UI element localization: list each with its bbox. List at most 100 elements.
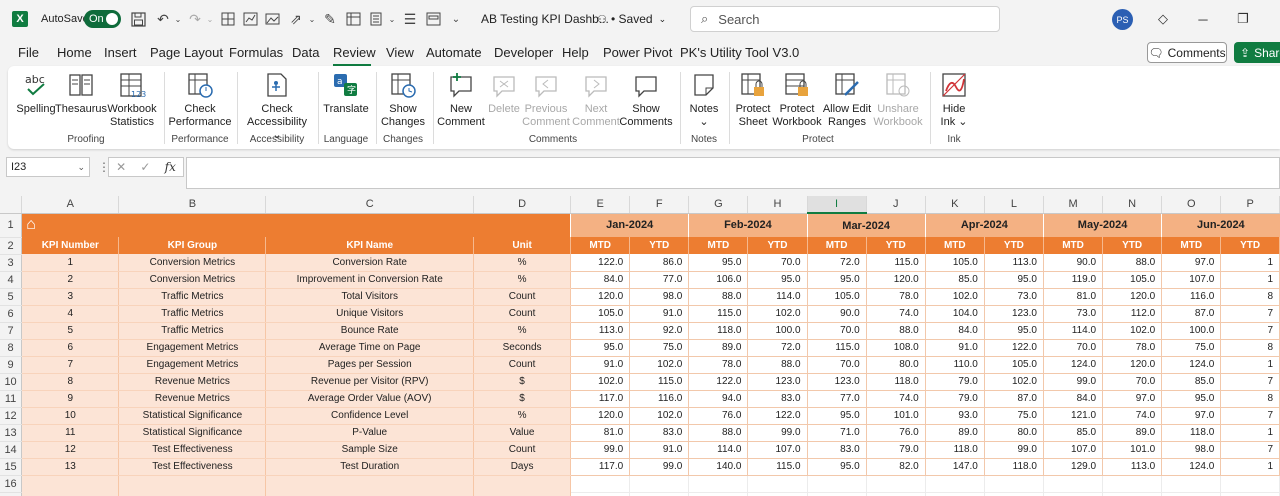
kpi-name-cell[interactable]: Total Visitors [265,288,475,306]
translate-button[interactable]: a字 Translate [322,70,370,116]
kpi-name-cell[interactable]: Pages per Session [265,356,475,374]
value-cell[interactable]: 70.0 [807,356,867,374]
tab-formulas[interactable]: Formulas [229,45,283,60]
column-header[interactable]: I [807,196,867,214]
delete-comment-button[interactable]: Delete [486,70,522,116]
value-cell[interactable]: 95.0 [984,322,1044,340]
kpi-group-cell[interactable]: Conversion Metrics [118,254,267,272]
row-header[interactable]: 11 [0,390,23,408]
kpi-group-cell[interactable]: Test Effectiveness [118,441,267,459]
check-icon[interactable]: ✓ [140,160,150,174]
share-arrow-icon[interactable]: ⇗ [288,11,304,27]
tab-pk-utility[interactable]: PK's Utility Tool V3.0 [680,45,799,60]
value-cell[interactable]: 7 [1220,322,1280,340]
value-cell[interactable]: 115.0 [629,373,690,391]
unit-cell[interactable]: Seconds [473,339,572,357]
allow-edit-ranges-button[interactable]: Allow Edit Ranges [822,70,872,129]
column-title[interactable]: Unit [473,237,572,254]
value-cell[interactable]: 122.0 [984,339,1044,357]
check-performance-button[interactable]: Check Performance [168,70,232,129]
empty-cell[interactable] [688,475,749,493]
row-header[interactable]: 10 [0,373,23,391]
column-header[interactable]: C [265,196,475,214]
value-cell[interactable]: 93.0 [925,407,985,425]
unit-cell[interactable]: Count [473,288,572,306]
ytd-header[interactable]: YTD [1102,237,1163,254]
value-cell[interactable]: 72.0 [807,254,867,272]
value-cell[interactable]: 79.0 [925,373,985,391]
unit-cell[interactable]: Days [473,458,572,476]
value-cell[interactable]: 90.0 [1043,254,1104,272]
save-status[interactable]: • Saved ⌄ [611,0,666,38]
value-cell[interactable]: 84.0 [570,271,631,289]
show-comments-button[interactable]: Show Comments [619,70,673,129]
value-cell[interactable]: 95.0 [747,271,808,289]
value-cell[interactable]: 71.0 [807,424,867,442]
kpi-name-cell[interactable]: Conversion Rate [265,254,475,272]
value-cell[interactable]: 104.0 [925,305,985,323]
value-cell[interactable]: 107.0 [747,441,808,459]
value-cell[interactable]: 82.0 [866,458,926,476]
kpi-name-cell[interactable]: Average Order Value (AOV) [265,390,475,408]
tab-insert[interactable]: Insert [104,45,137,60]
value-cell[interactable]: 120.0 [1102,288,1163,306]
value-cell[interactable]: 76.0 [866,424,926,442]
kpi-number-cell[interactable]: 1 [21,254,120,272]
tab-file[interactable]: File [18,45,39,60]
value-cell[interactable]: 97.0 [1161,407,1222,425]
value-cell[interactable]: 95.0 [807,407,867,425]
row-header[interactable]: 3 [0,254,23,272]
empty-cell[interactable] [265,492,475,496]
value-cell[interactable]: 95.0 [984,271,1044,289]
value-cell[interactable]: 116.0 [629,390,690,408]
value-cell[interactable]: 78.0 [866,288,926,306]
kpi-name-cell[interactable]: Unique Visitors [265,305,475,323]
value-cell[interactable]: 95.0 [807,458,867,476]
column-header[interactable]: P [1220,196,1280,214]
empty-cell[interactable] [925,492,985,496]
column-header[interactable]: F [629,196,690,214]
value-cell[interactable]: 97.0 [1102,390,1163,408]
row-header[interactable]: 15 [0,458,23,476]
value-cell[interactable]: 88.0 [688,288,749,306]
kpi-name-cell[interactable]: Improvement in Conversion Rate [265,271,475,289]
value-cell[interactable]: 110.0 [925,356,985,374]
restore-icon[interactable]: ❐ [1234,10,1252,28]
header-cell[interactable] [118,213,266,237]
value-cell[interactable]: 114.0 [688,441,749,459]
workbook-statistics-button[interactable]: 123 Workbook Statistics [106,70,158,129]
empty-cell[interactable] [118,475,267,492]
redo-icon[interactable]: ↷ [187,11,203,27]
row-header[interactable]: 12 [0,407,23,425]
value-cell[interactable]: 76.0 [688,407,749,425]
formula-input[interactable] [186,157,1280,189]
value-cell[interactable]: 105.0 [925,254,985,272]
kpi-name-cell[interactable]: Revenue per Visitor (RPV) [265,373,475,391]
value-cell[interactable]: 118.0 [1161,424,1222,442]
value-cell[interactable]: 129.0 [1043,458,1104,476]
value-cell[interactable]: 87.0 [1161,305,1222,323]
value-cell[interactable]: 117.0 [570,390,631,408]
row-header[interactable]: 5 [0,288,23,306]
value-cell[interactable]: 115.0 [747,458,808,476]
value-cell[interactable]: 118.0 [984,458,1044,476]
row-header[interactable]: 17 [0,492,23,496]
empty-cell[interactable] [1102,492,1163,496]
row-header[interactable]: 1 [0,213,23,238]
value-cell[interactable]: 75.0 [984,407,1044,425]
value-cell[interactable]: 124.0 [1043,356,1104,374]
value-cell[interactable]: 99.0 [629,458,690,476]
value-cell[interactable]: 87.0 [984,390,1044,408]
value-cell[interactable]: 88.0 [1102,254,1163,272]
row-header[interactable]: 14 [0,441,23,459]
value-cell[interactable]: 73.0 [1043,305,1104,323]
row-header[interactable]: 8 [0,339,23,357]
value-cell[interactable]: 91.0 [925,339,985,357]
thesaurus-button[interactable]: Thesaurus [55,70,107,116]
value-cell[interactable]: 89.0 [1102,424,1163,442]
kpi-number-cell[interactable]: 4 [21,305,120,323]
mtd-header[interactable]: MTD [807,237,867,254]
empty-cell[interactable] [747,475,808,493]
kpi-name-cell[interactable]: Average Time on Page [265,339,475,357]
value-cell[interactable]: 72.0 [747,339,808,357]
